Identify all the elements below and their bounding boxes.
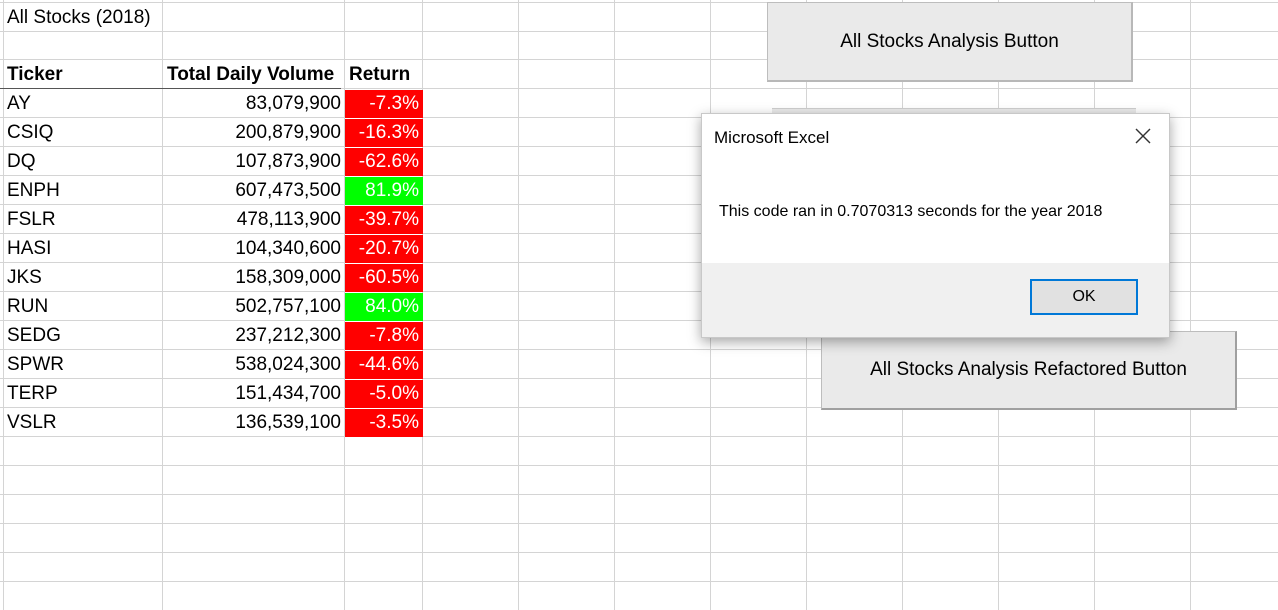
return-cell[interactable]: 81.9% <box>345 177 423 205</box>
volume-cell[interactable]: 158,309,000 <box>163 264 341 292</box>
ticker-cell[interactable]: AY <box>7 90 31 118</box>
all-stocks-analysis-refactored-button-label: All Stocks Analysis Refactored Button <box>870 359 1187 380</box>
ticker-cell[interactable]: HASI <box>7 235 51 263</box>
return-cell[interactable]: -3.5% <box>345 409 423 437</box>
volume-cell[interactable]: 478,113,900 <box>163 206 341 234</box>
volume-cell[interactable]: 502,757,100 <box>163 293 341 321</box>
return-cell[interactable]: 84.0% <box>345 293 423 321</box>
sheet-title: All Stocks (2018) <box>7 7 151 28</box>
ticker-cell[interactable]: VSLR <box>7 409 57 437</box>
volume-cell[interactable]: 607,473,500 <box>163 177 341 205</box>
ticker-cell[interactable]: FSLR <box>7 206 56 234</box>
ticker-cell[interactable]: CSIQ <box>7 119 53 147</box>
close-icon[interactable] <box>1131 124 1155 148</box>
ok-button-label: OK <box>1072 288 1096 305</box>
all-stocks-analysis-button-label: All Stocks Analysis Button <box>840 30 1059 52</box>
return-cell[interactable]: -39.7% <box>345 206 423 234</box>
return-cell[interactable]: -5.0% <box>345 380 423 408</box>
header-volume: Total Daily Volume <box>167 64 335 85</box>
ticker-cell[interactable]: DQ <box>7 148 36 176</box>
ticker-cell[interactable]: SPWR <box>7 351 64 379</box>
return-cell[interactable]: -7.8% <box>345 322 423 350</box>
ok-button[interactable]: OK <box>1030 279 1138 315</box>
message-dialog: Microsoft Excel This code ran in 0.70703… <box>701 113 1170 338</box>
volume-cell[interactable]: 136,539,100 <box>163 409 341 437</box>
volume-cell[interactable]: 83,079,900 <box>163 90 341 118</box>
volume-cell[interactable]: 107,873,900 <box>163 148 341 176</box>
dialog-footer: OK <box>702 263 1169 337</box>
header-return: Return <box>349 64 411 85</box>
dialog-title: Microsoft Excel <box>714 128 830 147</box>
return-cell[interactable]: -16.3% <box>345 119 423 147</box>
volume-cell[interactable]: 200,879,900 <box>163 119 341 147</box>
all-stocks-analysis-button[interactable]: All Stocks Analysis Button <box>767 2 1133 82</box>
ticker-cell[interactable]: ENPH <box>7 177 60 205</box>
header-ticker: Ticker <box>7 64 63 85</box>
return-cell[interactable]: -62.6% <box>345 148 423 176</box>
ticker-cell[interactable]: SEDG <box>7 322 61 350</box>
ticker-cell[interactable]: RUN <box>7 293 48 321</box>
return-cell[interactable]: -60.5% <box>345 264 423 292</box>
all-stocks-analysis-refactored-button[interactable]: All Stocks Analysis Refactored Button <box>821 331 1237 410</box>
volume-cell[interactable]: 237,212,300 <box>163 322 341 350</box>
dialog-message: This code ran in 0.7070313 seconds for t… <box>719 203 1103 220</box>
ticker-cell[interactable]: JKS <box>7 264 42 292</box>
volume-cell[interactable]: 151,434,700 <box>163 380 341 408</box>
volume-cell[interactable]: 104,340,600 <box>163 235 341 263</box>
volume-cell[interactable]: 538,024,300 <box>163 351 341 379</box>
return-cell[interactable]: -20.7% <box>345 235 423 263</box>
return-cell[interactable]: -7.3% <box>345 90 423 118</box>
ticker-cell[interactable]: TERP <box>7 380 58 408</box>
return-cell[interactable]: -44.6% <box>345 351 423 379</box>
